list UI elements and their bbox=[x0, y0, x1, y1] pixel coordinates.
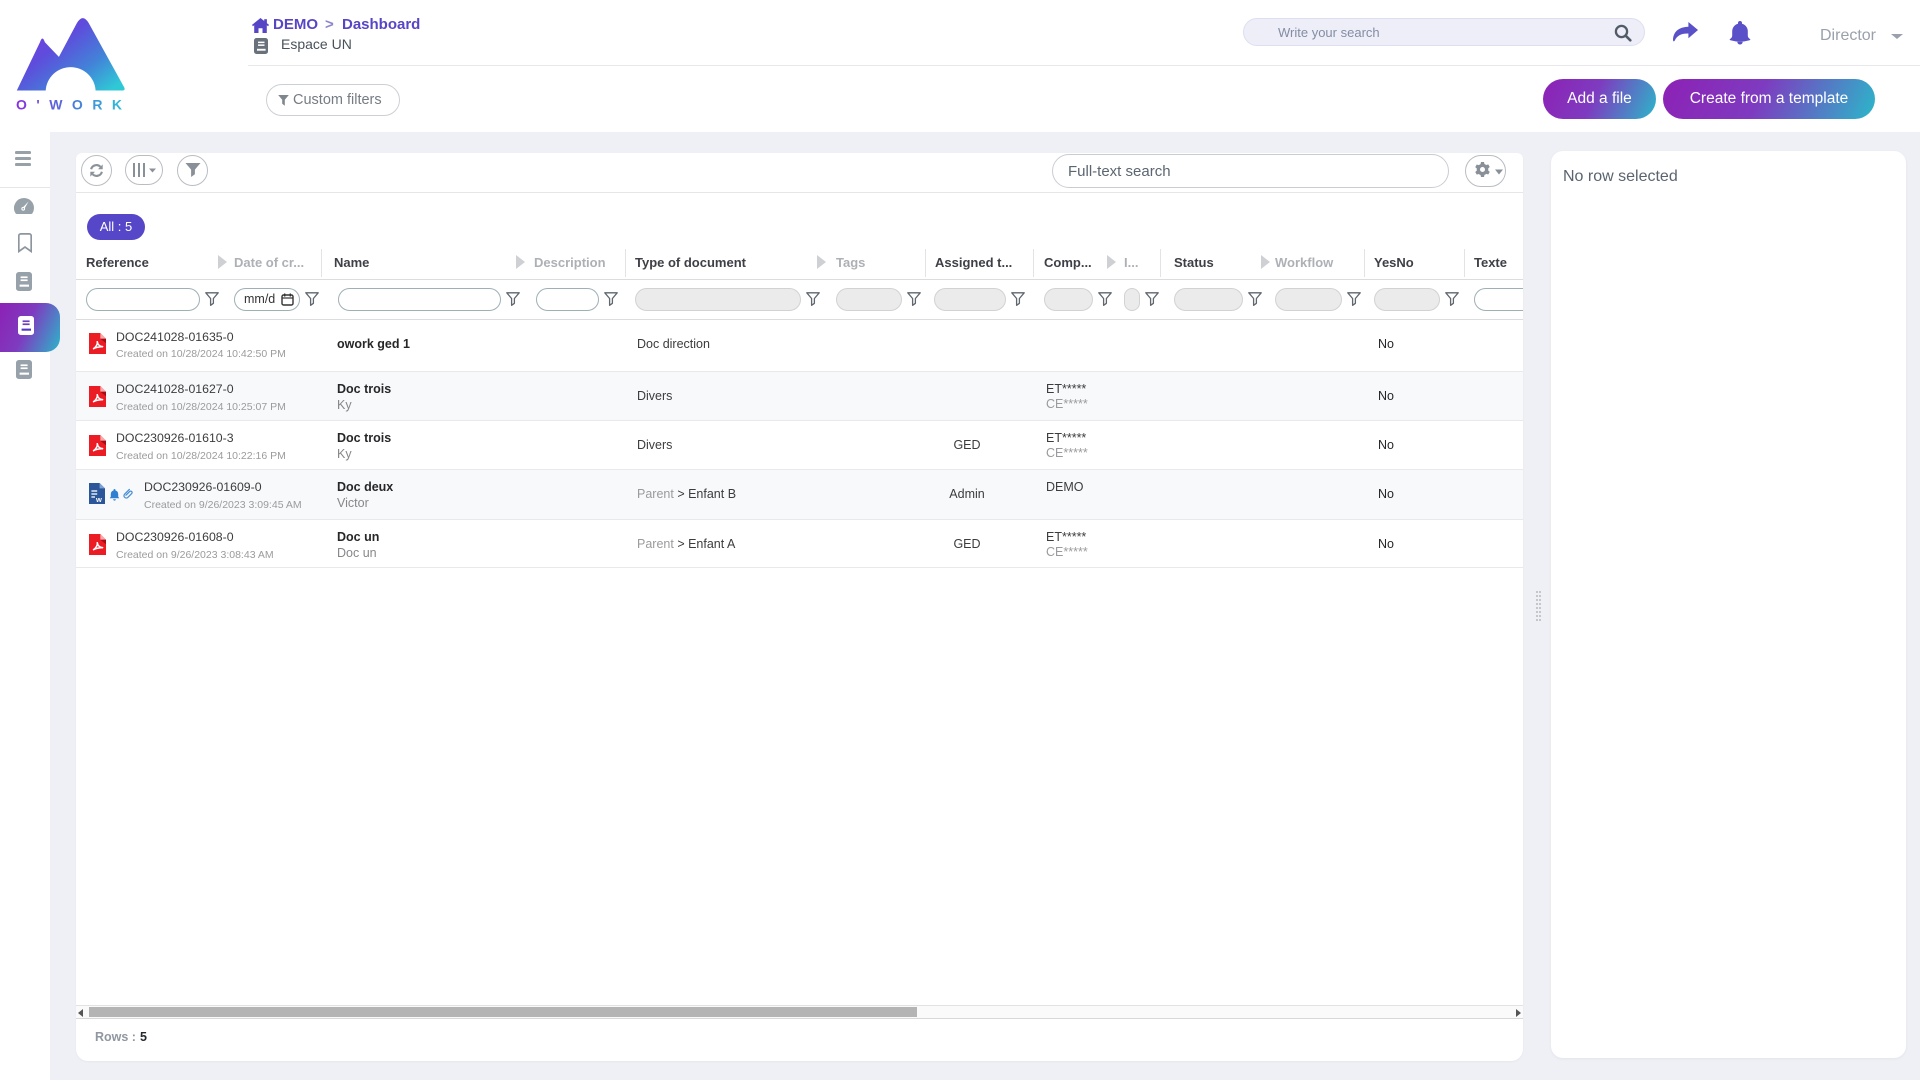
svg-text:O'WORK: O'WORK bbox=[16, 97, 126, 113]
svg-text:w: w bbox=[95, 495, 102, 504]
